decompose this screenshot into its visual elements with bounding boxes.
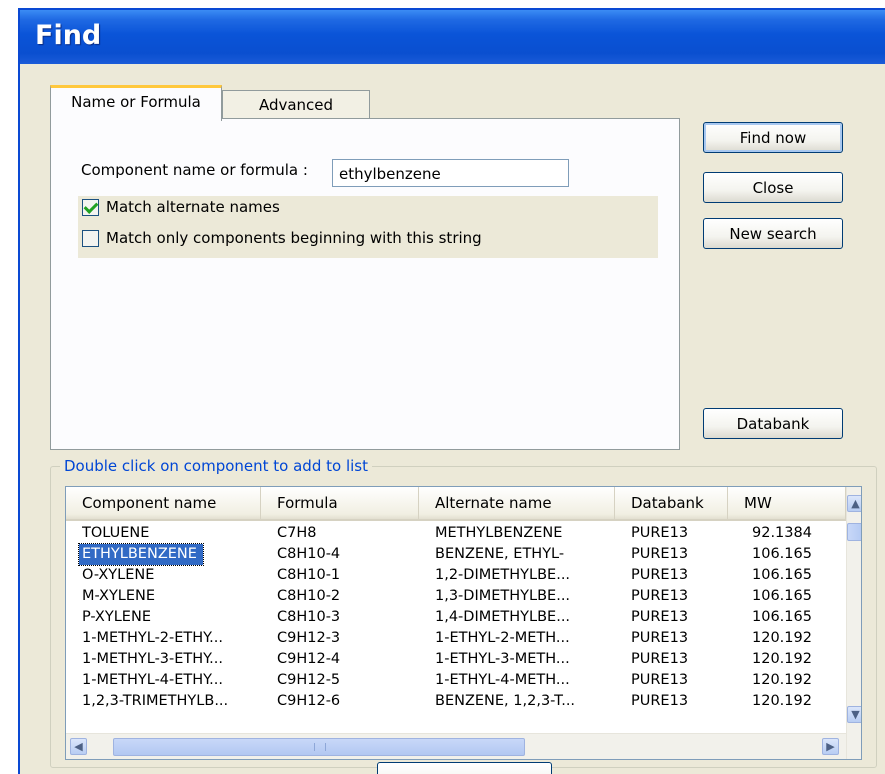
row-databank: PURE13 <box>631 651 689 667</box>
row-mw: 120.192 <box>752 672 812 688</box>
vertical-scroll-thumb[interactable] <box>847 523 861 541</box>
row-databank: PURE13 <box>631 672 689 688</box>
databank-label: Databank <box>736 415 810 433</box>
column-header-databank[interactable]: Databank <box>615 487 728 519</box>
table-row[interactable]: 1,2,3-TRIMETHYLB... C9H12-6 BENZENE, 1,2,3… <box>66 691 846 712</box>
row-component-name: 1-METHYL-3-ETHY... <box>82 651 223 667</box>
row-mw: 106.165 <box>752 567 812 583</box>
chevron-right-icon[interactable]: ▶ <box>822 738 839 755</box>
table-row[interactable]: M-XYLENE C8H10-2 1,3-DIMETHYLBE... PURE13 10… <box>66 586 846 607</box>
row-databank: PURE13 <box>631 588 689 604</box>
row-formula: C9H12-4 <box>277 651 341 667</box>
title-bar[interactable]: Find <box>20 10 885 64</box>
row-alternate-name: 1,4-DIMETHYLBE... <box>435 609 571 625</box>
row-component-name: 1-METHYL-2-ETHY... <box>82 630 223 646</box>
row-formula: C8H10-1 <box>277 567 341 583</box>
row-mw: 120.192 <box>752 693 812 709</box>
row-formula: C8H10-2 <box>277 588 341 604</box>
row-mw: 106.165 <box>752 609 812 625</box>
component-name-input[interactable]: ethylbenzene <box>332 159 569 187</box>
results-list[interactable]: Component name Formula Alternate name Da… <box>65 486 862 760</box>
row-formula: C9H12-6 <box>277 693 341 709</box>
find-now-label: Find now <box>739 129 807 147</box>
tab-name-or-formula-label: Name or Formula <box>71 93 201 111</box>
table-row[interactable]: 1-METHYL-4-ETHY... C9H12-5 1-ETHYL-4-METH.… <box>66 670 846 691</box>
row-component-name: M-XYLENE <box>82 588 156 604</box>
match-beginning-checkbox[interactable] <box>82 230 99 247</box>
databank-button[interactable]: Databank <box>703 408 843 439</box>
chevron-left-icon[interactable]: ◀ <box>70 738 87 755</box>
row-databank: PURE13 <box>631 630 689 646</box>
row-alternate-name: BENZENE, ETHYL- <box>435 546 565 562</box>
close-button[interactable]: Close <box>703 172 843 203</box>
row-component-name: P-XYLENE <box>82 609 151 625</box>
table-row[interactable]: P-XYLENE C8H10-3 1,4-DIMETHYLBE... PURE13 10… <box>66 607 846 628</box>
chevron-up-icon[interactable]: ▲ <box>847 495 861 512</box>
new-search-button[interactable]: New search <box>703 218 843 249</box>
table-row[interactable]: 1-METHYL-2-ETHY... C9H12-3 1-ETHYL-2-METH.… <box>66 628 846 649</box>
row-component-name: 1-METHYL-4-ETHY... <box>82 672 223 688</box>
row-alternate-name: 1,3-DIMETHYLBE... <box>435 588 571 604</box>
vertical-scrollbar[interactable]: ▲ ▼ <box>846 487 861 759</box>
row-formula: C9H12-3 <box>277 630 341 646</box>
table-row[interactable]: O-XYLENE C8H10-1 1,2-DIMETHYLBE... PURE13 10… <box>66 565 846 586</box>
row-alternate-name: 1-ETHYL-2-METH... <box>435 630 570 646</box>
row-alternate-name: BENZENE, 1,2,3-T... <box>435 693 576 709</box>
row-databank: PURE13 <box>631 609 689 625</box>
row-mw: 92.1384 <box>752 525 812 541</box>
find-now-button[interactable]: Find now <box>703 122 843 153</box>
table-row[interactable]: TOLUENE C7H8 METHYLBENZENE PURE13 92.1384 <box>66 523 846 544</box>
tab-advanced[interactable]: Advanced <box>222 90 370 119</box>
find-dialog: Find Name or Formula Advanced Component … <box>18 8 885 774</box>
new-search-label: New search <box>729 225 817 243</box>
row-component-name: 1,2,3-TRIMETHYLB... <box>82 693 229 709</box>
row-databank: PURE13 <box>631 567 689 583</box>
row-alternate-name: METHYLBENZENE <box>435 525 563 541</box>
match-beginning-label: Match only components beginning with thi… <box>106 229 482 247</box>
match-alternate-checkbox[interactable] <box>82 199 99 216</box>
row-formula: C9H12-5 <box>277 672 341 688</box>
table-row[interactable]: ETHYLBENZENE C8H10-4 BENZENE, ETHYL- PURE13… <box>66 543 846 566</box>
row-component-name: O-XYLENE <box>82 567 155 583</box>
tab-name-or-formula[interactable]: Name or Formula <box>50 85 222 121</box>
tab-advanced-label: Advanced <box>258 96 334 114</box>
row-mw: 106.165 <box>752 588 812 604</box>
row-databank: PURE13 <box>631 546 689 562</box>
results-caption: Double click on component to add to list <box>60 457 372 475</box>
scroll-grip-icon <box>314 743 326 751</box>
table-row[interactable]: 1-METHYL-3-ETHY... C9H12-4 1-ETHYL-3-METH.… <box>66 649 846 670</box>
column-header-formula[interactable]: Formula <box>261 487 419 519</box>
add-button[interactable] <box>377 762 552 774</box>
chevron-down-icon[interactable]: ▼ <box>847 706 861 723</box>
component-name-value: ethylbenzene <box>339 165 441 183</box>
horizontal-scroll-thumb[interactable] <box>113 738 525 756</box>
row-mw: 120.192 <box>752 651 812 667</box>
row-formula: C8H10-4 <box>277 546 341 562</box>
row-alternate-name: 1-ETHYL-3-METH... <box>435 651 570 667</box>
row-formula: C8H10-3 <box>277 609 341 625</box>
horizontal-scrollbar[interactable]: ◀ ▶ <box>66 733 846 759</box>
row-mw: 106.165 <box>752 546 812 562</box>
column-header-mw[interactable]: MW <box>728 487 846 519</box>
column-headers: Component name Formula Alternate name Da… <box>66 487 846 521</box>
row-databank: PURE13 <box>631 525 689 541</box>
window-title: Find <box>35 20 102 51</box>
column-header-alternate-name[interactable]: Alternate name <box>419 487 615 519</box>
row-component-name: ETHYLBENZENE <box>78 543 204 566</box>
column-header-component-name[interactable]: Component name <box>66 487 261 519</box>
match-alternate-label: Match alternate names <box>106 198 280 216</box>
row-component-name: TOLUENE <box>82 525 150 541</box>
row-alternate-name: 1-ETHYL-4-METH... <box>435 672 570 688</box>
component-name-label: Component name or formula : <box>81 161 308 179</box>
row-databank: PURE13 <box>631 693 689 709</box>
row-alternate-name: 1,2-DIMETHYLBE... <box>435 567 571 583</box>
close-label: Close <box>752 179 794 197</box>
row-mw: 120.192 <box>752 630 812 646</box>
row-formula: C7H8 <box>277 525 317 541</box>
